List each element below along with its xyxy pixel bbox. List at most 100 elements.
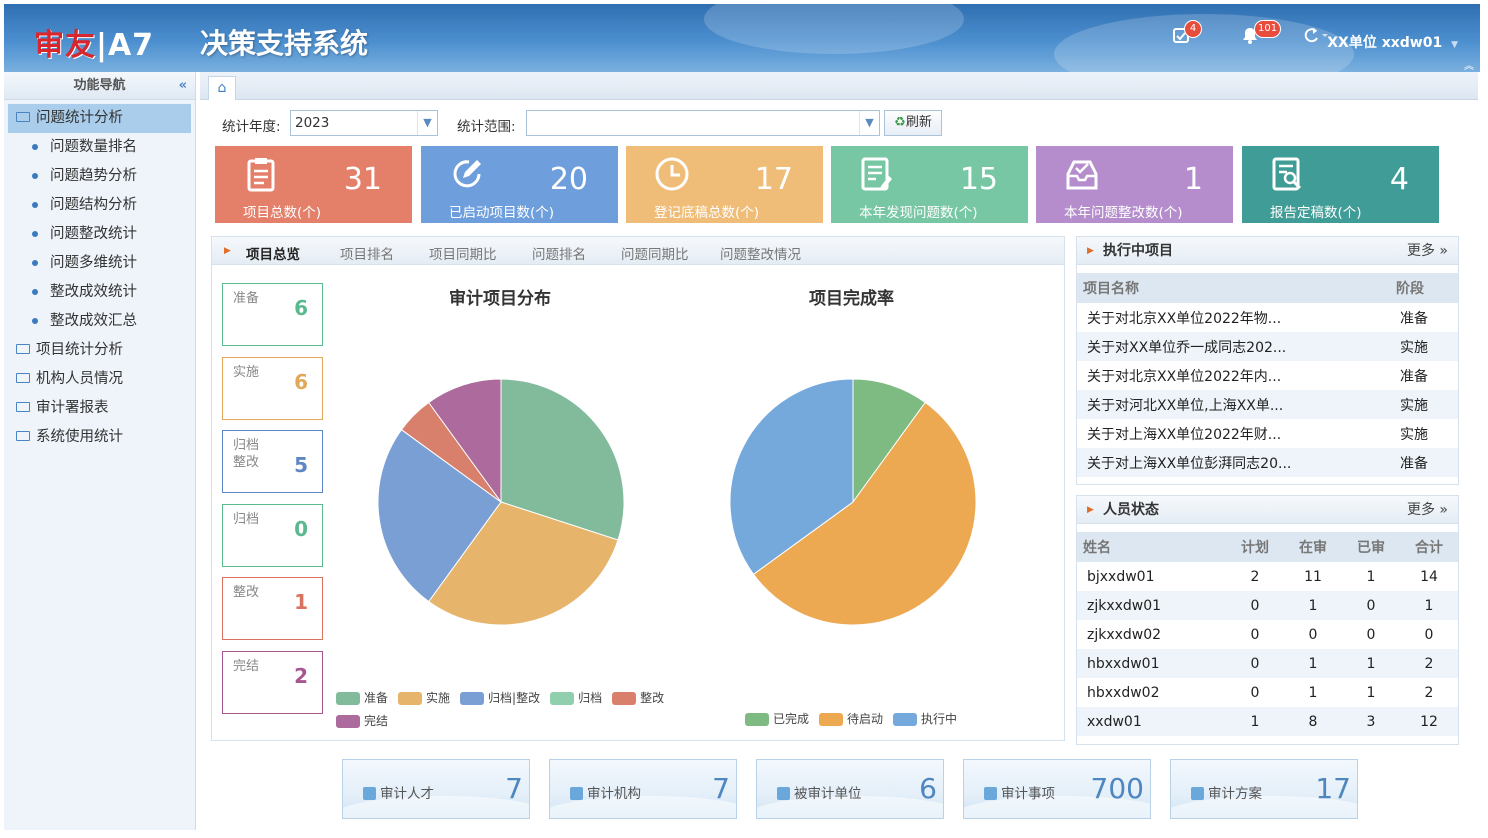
table-row[interactable]: xxdw01 1 8 3 12: [1077, 707, 1458, 736]
stat-card-started[interactable]: 20 已启动项目数(个): [421, 146, 618, 223]
table-row[interactable]: bjxxdw01 2 11 1 14: [1077, 562, 1458, 591]
year-select[interactable]: 2023 ▼: [290, 110, 438, 136]
legend-item[interactable]: 执行中: [893, 710, 957, 727]
stat-card-final-reports[interactable]: 4 报告定稿数(个): [1242, 146, 1439, 223]
table-row[interactable]: 关于对上海XX单位彭湃同志20... 准备: [1077, 448, 1458, 477]
home-icon: ⌂: [217, 80, 227, 96]
table-row[interactable]: 关于对北京XX单位2022年物... 准备: [1077, 303, 1458, 332]
legend-swatch: [336, 715, 360, 728]
legend-item[interactable]: 准备: [336, 687, 388, 710]
sidebar-item-rectify-stats[interactable]: 问题整改统计: [4, 220, 195, 249]
count-cell: 0: [1226, 591, 1284, 620]
table-row[interactable]: 关于对上海XX单位2022年财... 实施: [1077, 419, 1458, 448]
stat-card-rectified[interactable]: 1 本年问题整改数(个): [1036, 146, 1233, 223]
tab-project-overview[interactable]: 项目总览: [246, 243, 300, 263]
collapse-sidebar-icon[interactable]: «: [179, 72, 187, 100]
sidebar-item-project-stats[interactable]: 项目统计分析: [4, 336, 195, 365]
legend-item[interactable]: 实施: [398, 687, 450, 710]
tab-issue-ranking[interactable]: 问题排名: [532, 243, 586, 263]
legend-item[interactable]: 待启动: [819, 710, 883, 727]
bullet-icon: [32, 260, 38, 266]
legend-item[interactable]: 已完成: [745, 710, 809, 727]
card-audited-units[interactable]: 被审计单位 6: [756, 759, 944, 819]
scope-select[interactable]: ▼: [526, 110, 880, 136]
triangle-icon: ▶: [224, 246, 231, 256]
task-button[interactable]: 4: [1172, 20, 1202, 49]
table-row[interactable]: hbxxdw01 0 1 1 2: [1077, 649, 1458, 678]
status-box[interactable]: 完结 2: [222, 650, 323, 714]
edit-icon: [453, 160, 481, 188]
sidebar-item-multi-dim[interactable]: 问题多维统计: [4, 249, 195, 278]
sidebar-item-org-staff[interactable]: 机构人员情况: [4, 365, 195, 394]
sidebar-item-reports[interactable]: 审计署报表: [4, 394, 195, 423]
more-link[interactable]: 更多 »: [1407, 237, 1448, 265]
legend-swatch: [398, 692, 423, 705]
stat-card-issues[interactable]: 15 本年发现问题数(个): [831, 146, 1028, 223]
executing-projects-panel: ▶ 执行中项目 更多 » 项目名称 阶段 关于对北京XX单位2022年物... 准…: [1076, 236, 1459, 485]
table-row[interactable]: zjkxxdw01 0 1 0 1: [1077, 591, 1458, 620]
status-box[interactable]: 实施 6: [222, 356, 323, 420]
folder-icon: [16, 373, 30, 383]
stat-value: 1: [1183, 162, 1203, 197]
sidebar-item-label: 问题统计分析: [36, 110, 123, 126]
refresh-button[interactable]: ♻刷新: [884, 110, 942, 136]
tab-issue-yoy[interactable]: 问题同期比: [621, 243, 689, 263]
stat-card-drafts[interactable]: 17 登记底稿总数(个): [626, 146, 823, 223]
card-audit-talent[interactable]: 审计人才 7: [342, 759, 530, 819]
sync-icon: [1304, 28, 1328, 43]
stat-label: 本年发现问题数(个): [859, 205, 978, 221]
status-box[interactable]: 归档 0: [222, 503, 323, 567]
refresh-header-button[interactable]: [1302, 26, 1328, 49]
user-menu[interactable]: XX单位 xxdw01 ▼: [1327, 32, 1458, 52]
stat-card-projects[interactable]: 31 项目总数(个): [215, 146, 412, 223]
table-row[interactable]: 关于对XX单位乔一成同志202... 实施: [1077, 332, 1458, 361]
table-row[interactable]: 关于对河北XX单位,上海XX单... 实施: [1077, 390, 1458, 419]
card-label: 审计方案: [1208, 786, 1262, 802]
user-label: XX单位 xxdw01: [1327, 35, 1443, 51]
sidebar-item-issue-stats[interactable]: 问题统计分析: [8, 104, 191, 133]
sidebar-item-effect-summary[interactable]: 整改成效汇总: [4, 307, 195, 336]
legend-label: 整改: [640, 691, 665, 705]
legend-item[interactable]: 归档: [550, 687, 602, 710]
card-label-wrap: 被审计单位: [777, 782, 862, 802]
card-label-wrap: 审计方案: [1191, 782, 1262, 802]
tab-project-ranking[interactable]: 项目排名: [340, 243, 394, 263]
list-icon: [984, 787, 997, 800]
tab-issue-rectify[interactable]: 问题整改情况: [720, 243, 801, 263]
table-row[interactable]: zjkxxdw02 0 0 0 0: [1077, 620, 1458, 649]
status-box[interactable]: 准备 6: [222, 283, 323, 346]
status-box[interactable]: 归档 整改 5: [222, 430, 323, 493]
bullet-icon: [32, 173, 38, 179]
column-header: 已审: [1342, 532, 1400, 562]
stat-value: 4: [1389, 162, 1409, 197]
card-audit-org[interactable]: 审计机构 7: [549, 759, 737, 819]
sidebar-item-label: 问题结构分析: [50, 197, 137, 213]
bar-chart-icon: [777, 787, 790, 800]
more-link[interactable]: 更多 »: [1407, 496, 1448, 524]
stat-value: 31: [343, 162, 382, 197]
system-title: 决策支持系统: [200, 27, 369, 60]
document-icon: [1191, 787, 1204, 800]
card-value: 7: [712, 772, 730, 805]
sidebar-item-usage-stats[interactable]: 系统使用统计: [4, 423, 195, 452]
tab-project-yoy[interactable]: 项目同期比: [429, 243, 497, 263]
collapse-header-icon[interactable]: ︽: [1464, 57, 1474, 72]
legend-item[interactable]: 整改: [612, 687, 664, 710]
notification-button[interactable]: 101: [1242, 20, 1282, 49]
sidebar-item-effect-stats[interactable]: 整改成效统计: [4, 278, 195, 307]
count-cell: 0: [1342, 591, 1400, 620]
card-audit-plans[interactable]: 审计方案 17: [1170, 759, 1358, 819]
legend-item[interactable]: 完结: [336, 710, 388, 733]
status-box[interactable]: 整改 1: [222, 577, 323, 640]
project-stage-cell: 实施: [1400, 426, 1428, 443]
sidebar: 功能导航 « 问题统计分析 问题数量排名 问题趋势分析 问题结构分析 问题整改统…: [4, 72, 196, 830]
legend-label: 执行中: [921, 712, 958, 726]
legend-item[interactable]: 归档|整改: [460, 687, 540, 710]
table-row[interactable]: 关于对北京XX单位2022年内... 准备: [1077, 361, 1458, 390]
sidebar-item-issue-structure[interactable]: 问题结构分析: [4, 191, 195, 220]
table-row[interactable]: hbxxdw02 0 1 1 2: [1077, 678, 1458, 707]
sidebar-item-issue-trend[interactable]: 问题趋势分析: [4, 162, 195, 191]
sidebar-item-issue-ranking[interactable]: 问题数量排名: [4, 133, 195, 162]
card-audit-items[interactable]: 审计事项 700: [963, 759, 1151, 819]
home-tab[interactable]: ⌂: [208, 76, 236, 100]
